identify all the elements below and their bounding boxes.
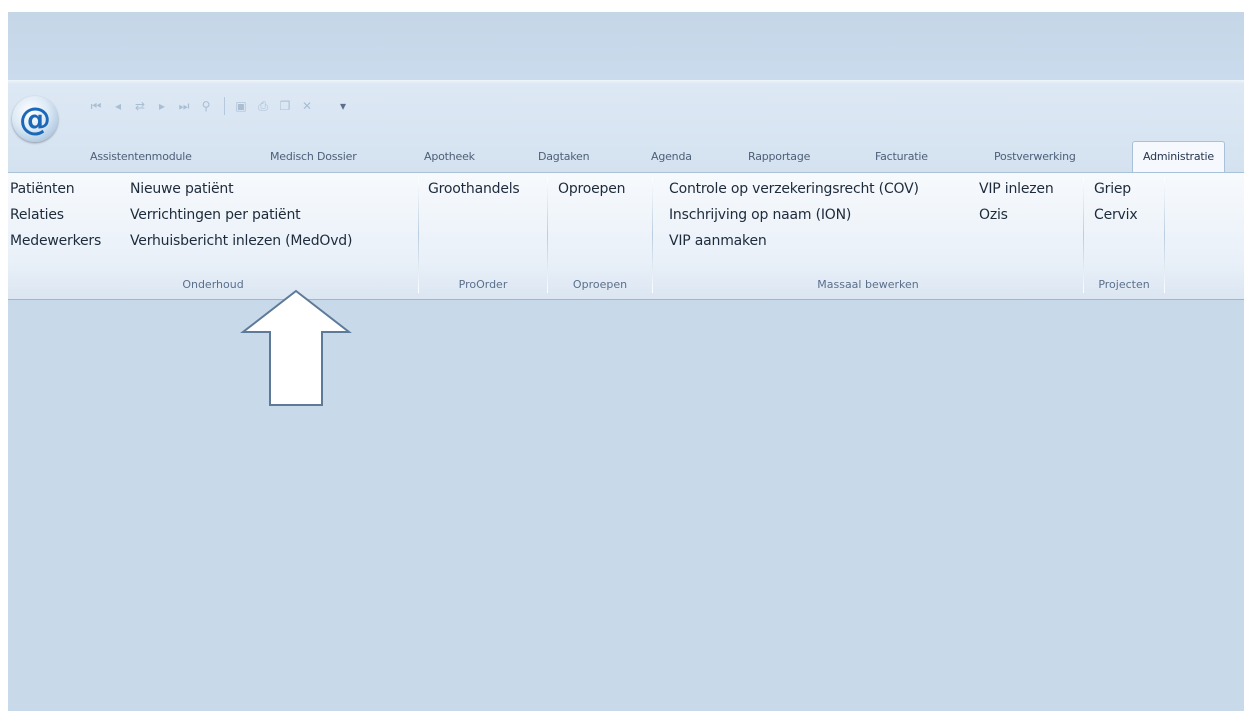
group-label-oproepen: Oproepen — [572, 278, 628, 291]
ozis-button[interactable]: Ozis — [979, 207, 1008, 223]
tab-dagtaken[interactable]: Dagtaken — [538, 141, 590, 172]
group-label-projecten: Projecten — [1098, 278, 1150, 291]
tab-agenda[interactable]: Agenda — [651, 141, 692, 172]
nieuwe-patient-button[interactable]: Nieuwe patiënt — [130, 181, 234, 197]
group-oproepen: Oproepen Oproepen — [548, 173, 652, 299]
last-record-icon[interactable]: ⏭ — [174, 96, 194, 116]
griep-button[interactable]: Griep — [1094, 181, 1131, 197]
save-icon[interactable]: ▣ — [231, 96, 251, 116]
copy-icon[interactable]: ❐ — [275, 96, 295, 116]
medewerkers-button[interactable]: Medewerkers — [10, 233, 101, 249]
application-window: @ ⏮ ◂ ⇄ ▸ ⏭ ⚲ ▣ ⎙ ❐ ✕ ▾ Assistentenmodul… — [8, 12, 1244, 711]
group-label-proorder: ProOrder — [458, 278, 508, 291]
next-record-icon[interactable]: ▸ — [152, 96, 172, 116]
verrichtingen-per-patient-button[interactable]: Verrichtingen per patiënt — [130, 207, 301, 223]
tab-assistentenmodule[interactable]: Assistentenmodule — [90, 141, 192, 172]
previous-record-icon[interactable]: ◂ — [108, 96, 128, 116]
at-logo-icon: @ — [19, 100, 51, 138]
refresh-icon[interactable]: ⇄ — [130, 96, 150, 116]
group-label-massaal-bewerken: Massaal bewerken — [817, 278, 919, 291]
inschrijving-op-naam-button[interactable]: Inschrijving op naam (ION) — [669, 207, 851, 223]
group-label-onderhoud: Onderhoud — [182, 278, 244, 291]
group-onderhoud: Patiënten Relaties Medewerkers Nieuwe pa… — [8, 173, 418, 299]
ribbon-panel: Patiënten Relaties Medewerkers Nieuwe pa… — [8, 172, 1244, 300]
oproepen-button[interactable]: Oproepen — [558, 181, 626, 197]
cervix-button[interactable]: Cervix — [1094, 207, 1138, 223]
app-menu-button[interactable]: @ — [12, 96, 58, 142]
ribbon-tabs: Assistentenmodule Medisch Dossier Apothe… — [8, 141, 1244, 172]
tab-medisch-dossier[interactable]: Medisch Dossier — [270, 141, 357, 172]
patienten-button[interactable]: Patiënten — [10, 181, 75, 197]
controle-verzekeringsrecht-button[interactable]: Controle op verzekeringsrecht (COV) — [669, 181, 919, 197]
quick-access-toolbar: ⏮ ◂ ⇄ ▸ ⏭ ⚲ ▣ ⎙ ❐ ✕ ▾ — [86, 94, 355, 118]
up-arrow-icon — [240, 289, 352, 406]
toolbar-separator — [224, 97, 225, 115]
relaties-button[interactable]: Relaties — [10, 207, 64, 223]
search-icon[interactable]: ⚲ — [196, 96, 216, 116]
tab-postverwerking[interactable]: Postverwerking — [994, 141, 1076, 172]
groothandels-button[interactable]: Groothandels — [428, 181, 520, 197]
group-proorder: Groothandels ProOrder — [419, 173, 547, 299]
qat-dropdown-icon[interactable]: ▾ — [333, 96, 353, 116]
title-bar — [8, 12, 1244, 80]
first-record-icon[interactable]: ⏮ — [86, 96, 106, 116]
group-separator — [1164, 177, 1165, 293]
group-massaal-bewerken: Controle op verzekeringsrecht (COV) Insc… — [653, 173, 1083, 299]
tab-facturatie[interactable]: Facturatie — [875, 141, 928, 172]
group-projecten: Griep Cervix Projecten — [1084, 173, 1164, 299]
tab-apotheek[interactable]: Apotheek — [424, 141, 475, 172]
tab-administratie[interactable]: Administratie — [1132, 141, 1225, 172]
vip-aanmaken-button[interactable]: VIP aanmaken — [669, 233, 767, 249]
tab-rapportage[interactable]: Rapportage — [748, 141, 810, 172]
vip-inlezen-button[interactable]: VIP inlezen — [979, 181, 1054, 197]
delete-icon[interactable]: ✕ — [297, 96, 317, 116]
print-icon[interactable]: ⎙ — [253, 96, 273, 116]
verhuisbericht-inlezen-button[interactable]: Verhuisbericht inlezen (MedOvd) — [130, 233, 352, 249]
